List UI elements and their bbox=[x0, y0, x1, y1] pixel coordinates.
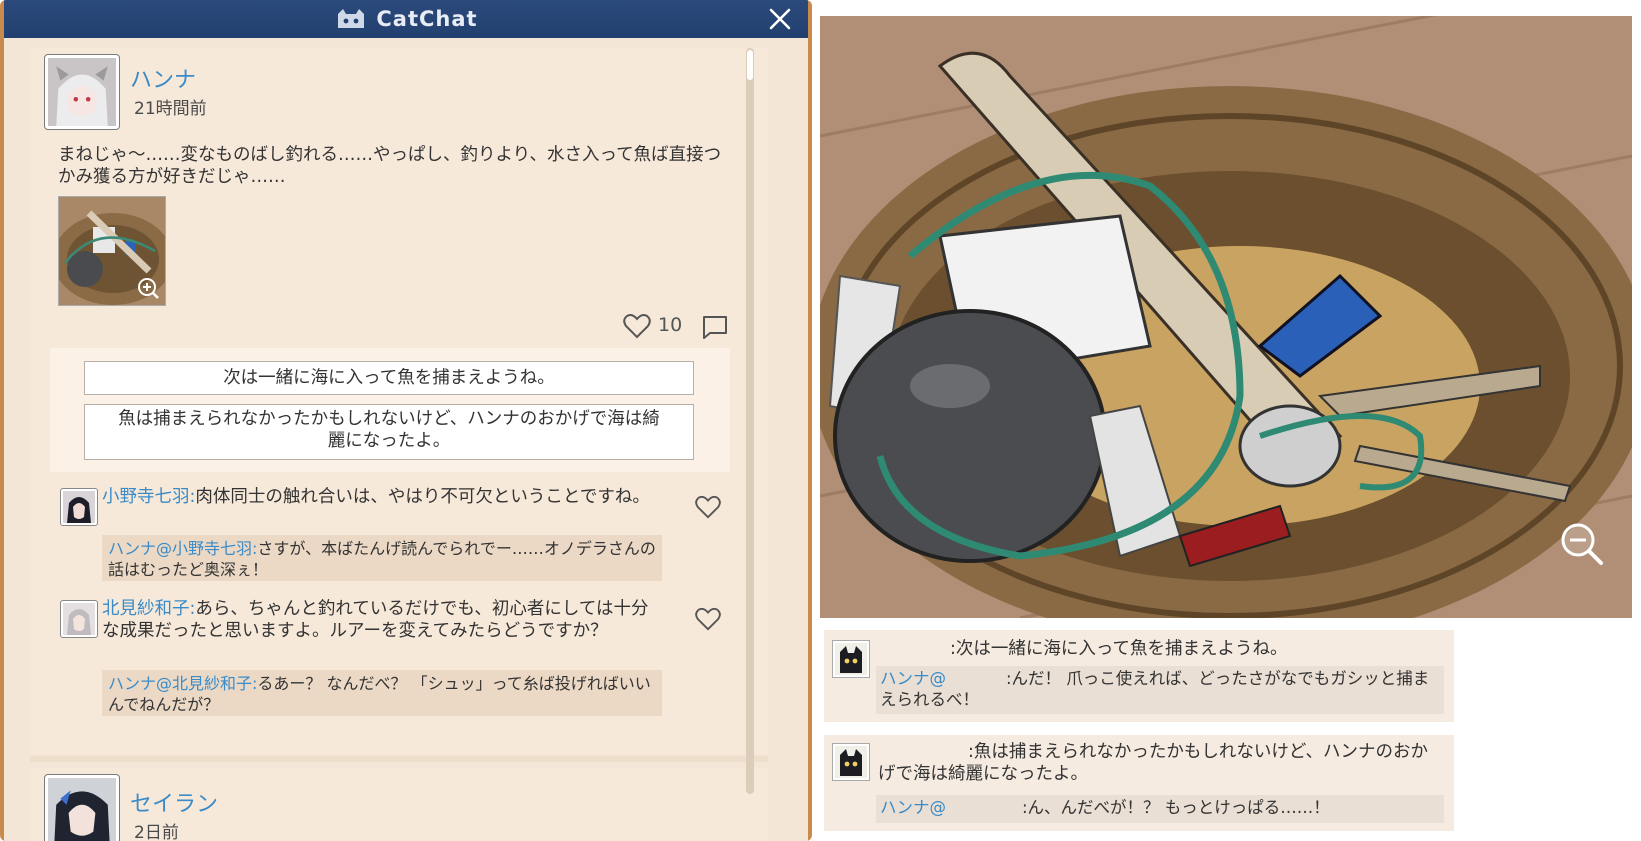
title-bar: CatChat bbox=[4, 0, 808, 38]
post-card: ハンナ 21時間前 まねじゃ～……変なものばし釣れる……やっぱし、釣りより、水さ… bbox=[30, 48, 768, 762]
zoom-out-icon[interactable] bbox=[1558, 520, 1606, 568]
heart-icon[interactable] bbox=[694, 494, 722, 520]
cat-avatar-icon bbox=[835, 643, 867, 675]
post-card: セイラン 2日前 bbox=[30, 768, 768, 841]
reply-author[interactable]: ハンナ@ bbox=[880, 798, 946, 817]
reply-body: :んだ！ 爪っこ使えれば、どったさがなでもガシッと捕まえられるべ！ bbox=[880, 669, 1430, 709]
cat-logo-icon bbox=[338, 9, 365, 28]
post-image-thumbnail[interactable] bbox=[58, 196, 166, 306]
feed[interactable]: ハンナ 21時間前 まねじゃ～……変なものばし釣れる……やっぱし、釣りより、水さ… bbox=[4, 38, 808, 841]
reply-option[interactable]: 次は一緒に海に入って魚を捕まえようね。 bbox=[84, 361, 694, 395]
reply-options: 次は一緒に海に入って魚を捕まえようね。 魚は捕まえられなかったかもしれないけど、… bbox=[50, 348, 730, 472]
avatar[interactable] bbox=[44, 54, 120, 130]
poster-name[interactable]: ハンナ bbox=[130, 62, 196, 94]
avatar[interactable] bbox=[60, 600, 98, 638]
npc-reply: ハンナ@ :ん、んだべが！？ もっとけっぱる……！ bbox=[876, 795, 1444, 823]
reply-author[interactable]: ハンナ@ bbox=[108, 674, 172, 693]
divider bbox=[30, 756, 768, 762]
comment-text: 北見紗和子:あら、ちゃんと釣れているだけでも、初心者にしては十分な成果だったと思… bbox=[102, 598, 662, 642]
reply-target[interactable]: 北見紗和子: bbox=[172, 674, 257, 693]
zoom-in-icon[interactable] bbox=[137, 277, 159, 299]
kitami-avatar-image bbox=[63, 603, 95, 635]
reply-author[interactable]: ハンナ@ bbox=[880, 669, 946, 688]
scrollbar-thumb[interactable] bbox=[747, 50, 753, 80]
comment-text: 小野寺七羽:肉体同士の触れ合いは、やはり不可欠ということですね。 bbox=[102, 486, 662, 508]
avatar[interactable] bbox=[44, 774, 120, 841]
avatar[interactable] bbox=[60, 488, 98, 526]
catchat-window: CatChat ハンナ 21時間前 まねじゃ～……変なものばし釣れる……やっぱし… bbox=[0, 0, 812, 841]
post-time: 2日前 bbox=[134, 823, 179, 841]
app-title: CatChat bbox=[376, 7, 478, 31]
commenter-name[interactable]: 小野寺七羽: bbox=[102, 487, 195, 507]
hanna-avatar-image bbox=[48, 58, 116, 126]
comment-reply: ハンナ@小野寺七羽:さすが、本ばたんげ読んでられでー……オノデラさんの話はむった… bbox=[102, 535, 662, 581]
comment-body: 肉体同士の触れ合いは、やはり不可欠ということですね。 bbox=[195, 487, 650, 507]
post-text: まねじゃ～……変なものばし釣れる……やっぱし、釣りより、水さ入って魚ば直接つかみ… bbox=[58, 145, 722, 187]
avatar bbox=[832, 743, 870, 781]
expanded-photo[interactable] bbox=[820, 16, 1632, 618]
chat-reply-row: :次は一緒に海に入って魚を捕まえようね。 ハンナ@:んだ！ 爪っこ使えれば、どっ… bbox=[824, 630, 1454, 722]
basket-photo-image bbox=[820, 16, 1632, 618]
reply-author[interactable]: ハンナ@ bbox=[108, 539, 172, 558]
cat-avatar-icon bbox=[835, 746, 867, 778]
heart-icon[interactable] bbox=[694, 606, 722, 632]
commenter-name[interactable]: 北見紗和子: bbox=[102, 599, 195, 619]
post-time: 21時間前 bbox=[134, 99, 207, 119]
npc-reply: ハンナ@:んだ！ 爪っこ使えれば、どったさがなでもガシッと捕まえられるべ！ bbox=[876, 666, 1444, 714]
avatar bbox=[832, 640, 870, 678]
comment-icon[interactable] bbox=[700, 314, 730, 340]
poster-name[interactable]: セイラン bbox=[130, 786, 218, 818]
comment-reply: ハンナ@北見紗和子:るあー？ なんだべ？ 「シュッ」って糸ば投げればいいんでねん… bbox=[102, 670, 662, 716]
reply-option[interactable]: 魚は捕まえられなかったかもしれないけど、ハンナのおかげで海は綺麗になったよ。 bbox=[84, 404, 694, 460]
like-count: 10 bbox=[658, 314, 683, 336]
close-icon[interactable] bbox=[766, 5, 794, 33]
scrollbar[interactable] bbox=[746, 48, 754, 794]
reply-target[interactable]: 小野寺七羽: bbox=[172, 539, 257, 558]
chat-reply-row: :魚は捕まえられなかったかもしれないけど、ハンナのおかげで海は綺麗になったよ。 … bbox=[824, 735, 1454, 831]
seiran-avatar-image bbox=[48, 778, 116, 841]
player-message: :次は一緒に海に入って魚を捕まえようね。 bbox=[950, 639, 1288, 659]
reply-body: :ん、んだべが！？ もっとけっぱる……！ bbox=[1022, 798, 1330, 817]
heart-icon[interactable] bbox=[622, 312, 652, 340]
player-message: :魚は捕まえられなかったかもしれないけど、ハンナのおかげで海は綺麗になったよ。 bbox=[878, 742, 1429, 784]
onodera-avatar-image bbox=[63, 491, 95, 523]
